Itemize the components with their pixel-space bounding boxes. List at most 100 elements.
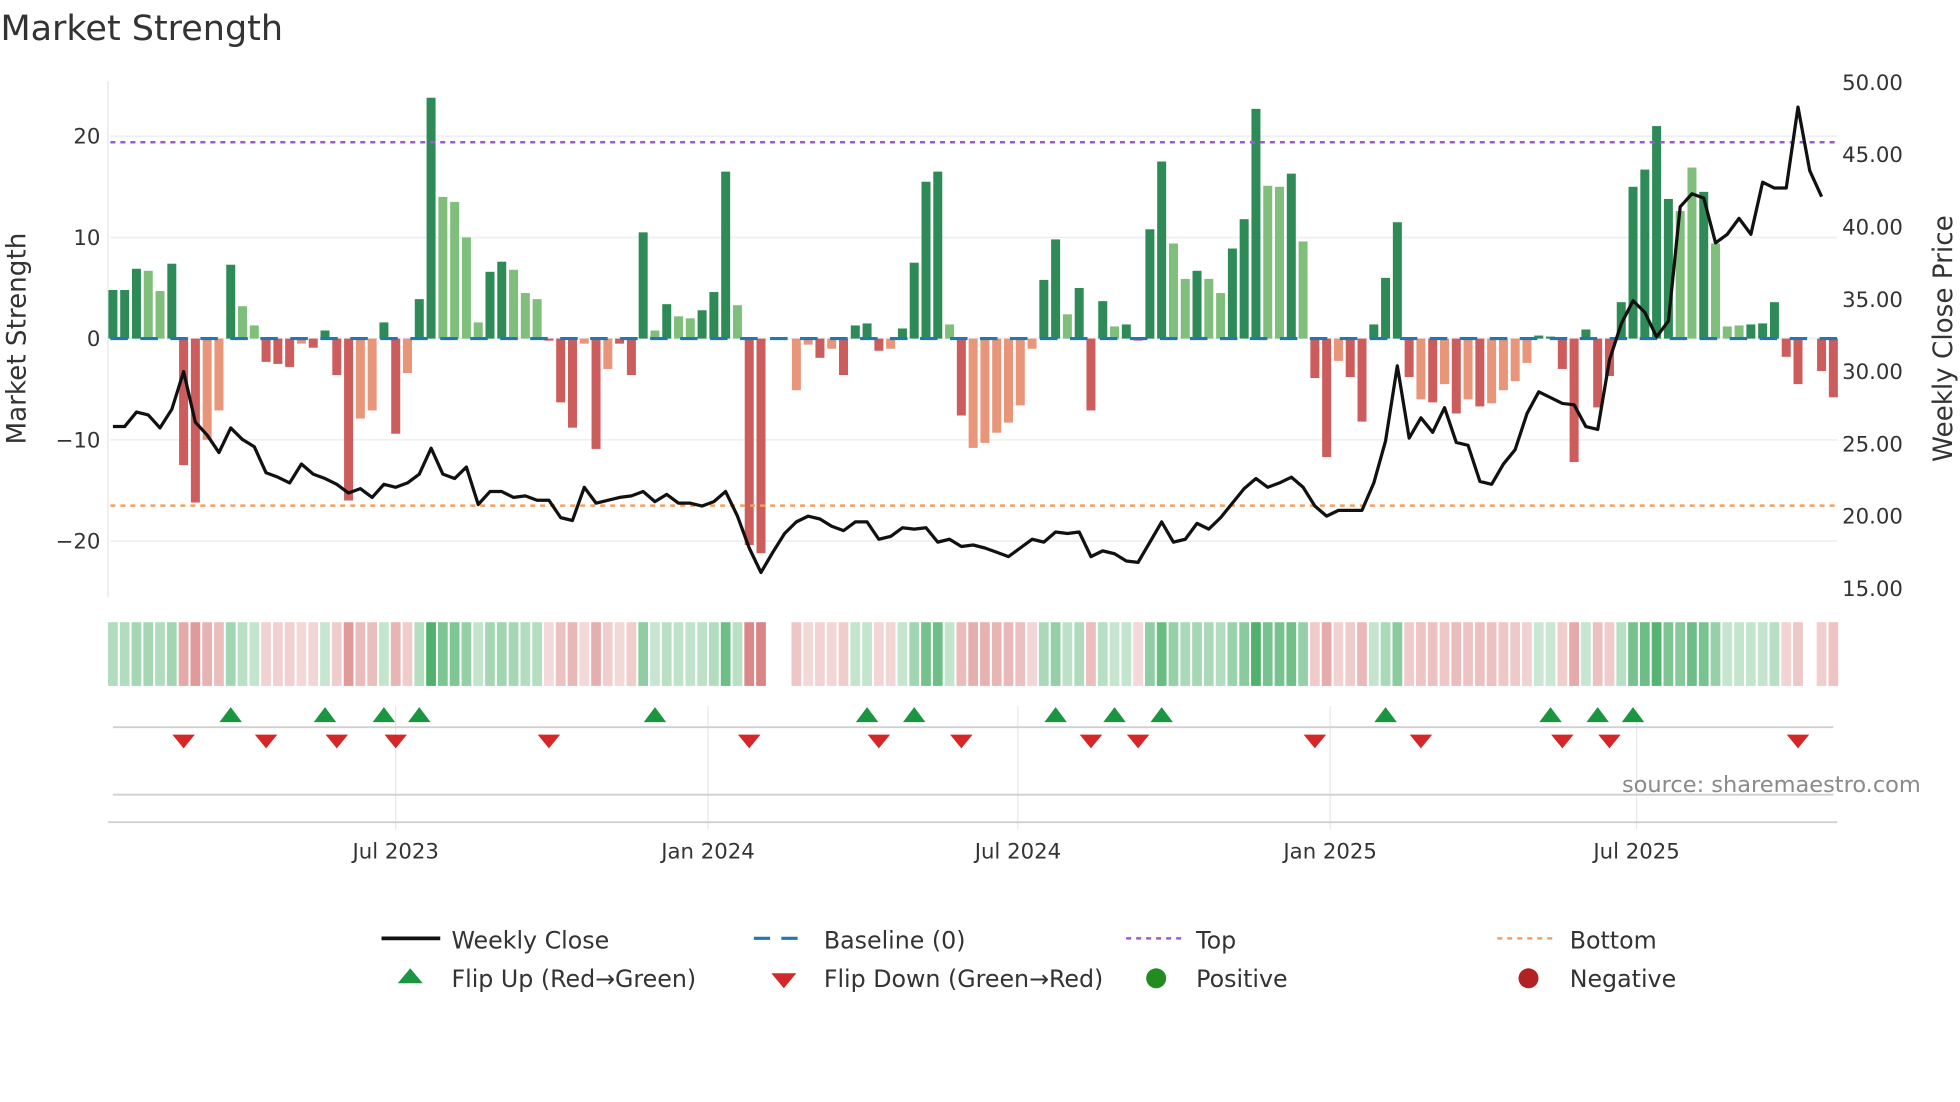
heatmap-cell	[1545, 622, 1556, 686]
flip-down-marker	[950, 734, 973, 749]
heatmap-cell	[1710, 622, 1721, 686]
x-tick-label: Jul 2025	[1591, 839, 1679, 864]
strength-bar	[261, 338, 271, 362]
flip-down-marker	[1551, 734, 1574, 749]
y-tick-label: −20	[56, 530, 101, 555]
x-tick-label: Jan 2025	[1281, 839, 1377, 864]
strength-bar	[1310, 338, 1320, 379]
heatmap-cell	[1003, 622, 1014, 686]
strength-bar	[1369, 324, 1379, 339]
heatmap-cell	[1522, 622, 1532, 686]
heatmap-cell	[791, 622, 802, 686]
heatmap-cell	[850, 622, 861, 686]
legend-positive-icon	[1146, 968, 1167, 989]
strength-bar	[1192, 270, 1202, 339]
heatmap-cell	[367, 622, 378, 686]
strength-bar	[473, 322, 483, 339]
strength-bar	[226, 264, 236, 339]
heatmap-cell	[638, 622, 649, 686]
strength-bar	[120, 290, 130, 339]
strength-bar	[1828, 338, 1838, 398]
legend-flip-up: Flip Up (Red→Green)	[451, 965, 696, 993]
strength-bar	[791, 338, 801, 391]
heatmap-cell	[1557, 622, 1568, 686]
flip-down-marker	[1126, 734, 1150, 749]
strength-bar	[402, 338, 412, 374]
heatmap-cell	[1074, 622, 1085, 686]
heatmap-cell	[1793, 622, 1803, 686]
strength-bar	[532, 299, 542, 339]
strength-bar	[980, 338, 990, 443]
strength-bar	[1145, 229, 1155, 339]
heatmap-cell	[909, 622, 920, 686]
strength-bar	[450, 201, 460, 339]
strength-bar	[273, 338, 283, 364]
heatmap-cell	[473, 622, 484, 686]
heatmap-cell	[932, 622, 943, 686]
heatmap-cell	[697, 622, 707, 686]
strength-bar	[391, 338, 401, 434]
strength-bar	[933, 171, 943, 339]
flip-up-marker	[855, 707, 879, 723]
heatmap-cell	[1698, 622, 1709, 686]
strength-bar	[1333, 338, 1343, 361]
heatmap-cell	[1038, 622, 1049, 686]
strength-bar	[485, 271, 495, 339]
y2-tick-label: 35.00	[1842, 288, 1903, 313]
y2-tick-label: 20.00	[1842, 505, 1903, 530]
heatmap-cell	[1298, 622, 1308, 686]
strength-bar	[1652, 126, 1662, 339]
flip-up-marker	[643, 707, 667, 723]
strength-bar	[744, 338, 754, 546]
strength-bar	[202, 338, 212, 440]
heatmap-cell	[1816, 622, 1827, 686]
heatmap-cell	[1262, 622, 1273, 686]
heatmap-cell	[1463, 622, 1473, 686]
heatmap-cell	[1286, 622, 1297, 686]
heatmap-cell	[1392, 622, 1403, 686]
heatmap-cell	[803, 622, 814, 686]
strength-bar	[143, 270, 153, 339]
strength-bar	[1416, 338, 1426, 400]
heatmap-cell	[1722, 622, 1733, 686]
heatmap-cell	[1097, 622, 1108, 686]
strength-bar	[1110, 326, 1120, 339]
flip-up-marker	[1103, 707, 1126, 723]
heatmap-cell	[1215, 622, 1226, 686]
flip-down-marker	[1598, 734, 1621, 749]
heatmap-cell	[1569, 622, 1579, 686]
heatmap-cell	[1757, 622, 1768, 686]
heatmap-cell	[1616, 622, 1627, 686]
strength-bar	[697, 310, 707, 339]
strength-heatmap-strip	[108, 622, 1839, 686]
y-tick-label: 0	[87, 327, 101, 352]
heatmap-cell	[1828, 622, 1839, 686]
strength-bar	[1557, 338, 1567, 369]
heatmap-cell	[214, 622, 224, 686]
heatmap-cell	[155, 622, 165, 686]
strength-bar	[1239, 219, 1249, 339]
strength-bar	[862, 323, 872, 339]
y-tick-label: 20	[73, 125, 100, 150]
heatmap-cell	[1050, 622, 1061, 686]
heatmap-cell	[1239, 622, 1250, 686]
strength-bar	[1015, 338, 1025, 406]
heatmap-cell	[921, 622, 931, 686]
flip-up-marker	[1044, 707, 1067, 723]
heatmap-cell	[720, 622, 731, 686]
heatmap-cell	[320, 622, 330, 686]
strength-bar	[1180, 278, 1190, 339]
heatmap-cell	[237, 622, 248, 686]
strength-bar	[732, 305, 742, 339]
strength-bar	[945, 324, 955, 339]
y-tick-label: −10	[56, 428, 101, 453]
strength-bar	[1569, 338, 1579, 463]
strength-bar	[285, 338, 295, 367]
heatmap-cell	[1015, 622, 1026, 686]
strength-bar	[1263, 185, 1273, 339]
strength-bar	[1722, 326, 1732, 339]
heatmap-cell	[1510, 622, 1521, 686]
heatmap-cell	[980, 622, 990, 686]
y-tick-label: 10	[73, 226, 100, 251]
heatmap-cell	[308, 622, 319, 686]
